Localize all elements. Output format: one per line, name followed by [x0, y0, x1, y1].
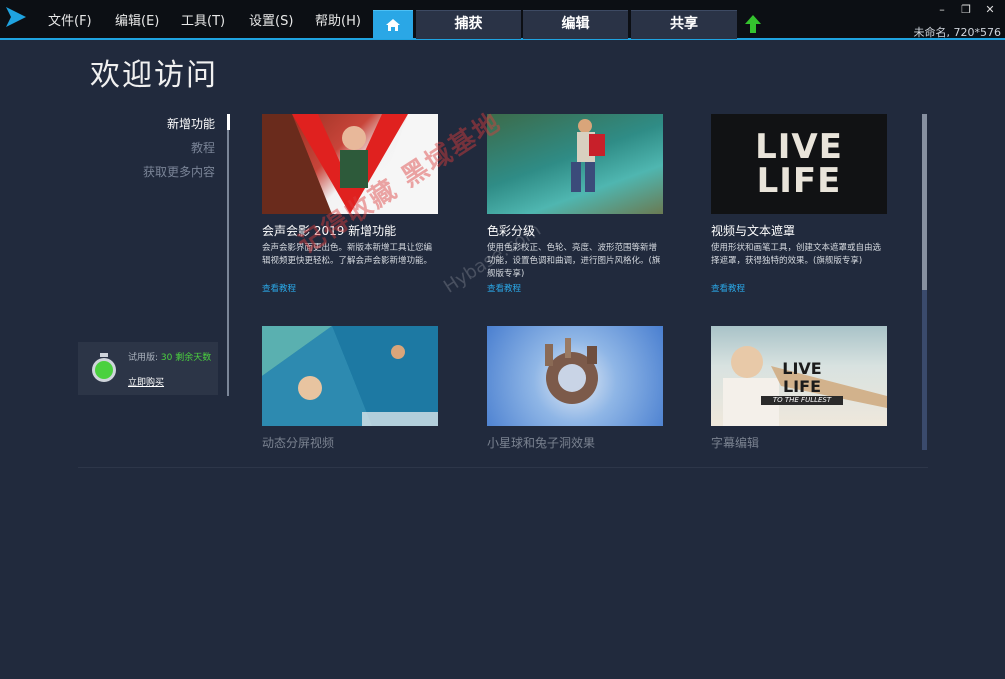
tiny-planet-artwork-icon: [545, 338, 598, 404]
tab-share[interactable]: 共享: [631, 10, 737, 39]
trial-status: 试用版: 30 剩余天数: [128, 353, 214, 363]
buy-now-link[interactable]: 立即购买: [128, 375, 164, 388]
card-title: 字幕编辑: [711, 436, 760, 450]
card-subtitle-editing[interactable]: LIVE LIFE TO THE FULLEST 字幕编辑: [711, 326, 887, 451]
nav-item-tutorials[interactable]: 教程: [100, 136, 215, 160]
card-tutorial-link[interactable]: 查看教程: [487, 282, 663, 294]
card-tiny-planet[interactable]: 小星球和兔子洞效果: [487, 326, 663, 451]
menu-file[interactable]: 文件(F): [48, 10, 92, 29]
card-split-screen[interactable]: 动态分屏视频: [262, 326, 438, 451]
card-description: 使用形状和画笔工具，创建文本遮罩或自由选择遮罩，获得独特的效果。(旗舰版专享): [711, 243, 882, 266]
card-color-grading[interactable]: 色彩分级 使用色彩校正、色轮、亮度、波形范围等新增功能，设置色调和曲调，进行图片…: [487, 114, 663, 294]
nav-active-marker: [227, 114, 230, 130]
thumb-subtext: TO THE FULLEST: [761, 396, 843, 405]
window-controls: – ❐ ✕: [935, 3, 997, 16]
nav-divider: [227, 114, 229, 396]
app-logo-icon: [6, 7, 26, 27]
thumb-text: LIVE LIFE: [782, 359, 822, 396]
thumb-caption: LIVE LIFE TO THE FULLEST: [761, 360, 843, 405]
upload-arrow-icon[interactable]: [744, 14, 762, 34]
thumb-text: LIVE LIFE: [755, 127, 843, 201]
tab-capture[interactable]: 捕获: [416, 10, 521, 39]
menu-help[interactable]: 帮助(H): [315, 10, 361, 29]
card-title: 视频与文本遮罩: [711, 224, 796, 238]
card-tutorial-link[interactable]: 查看教程: [262, 282, 438, 294]
split-screen-artwork-icon: [262, 326, 438, 426]
trial-prefix: 试用版:: [128, 353, 161, 363]
restore-button[interactable]: ❐: [959, 3, 973, 16]
card-title: 动态分屏视频: [262, 436, 335, 450]
minimize-button[interactable]: –: [935, 3, 949, 16]
page-title: 欢迎访问: [90, 58, 218, 93]
project-info: 未命名, 720*576: [913, 26, 1001, 39]
tab-edit[interactable]: 编辑: [523, 10, 628, 39]
card-thumbnail: LIVE LIFE: [711, 114, 887, 214]
menu-tools[interactable]: 工具(T): [181, 10, 225, 29]
tab-home[interactable]: [373, 10, 413, 39]
left-nav: 新增功能 教程 获取更多内容: [100, 112, 215, 184]
stopwatch-icon: [92, 353, 116, 382]
trial-box: 试用版: 30 剩余天数 立即购买: [78, 342, 218, 395]
card-thumbnail: LIVE LIFE TO THE FULLEST: [711, 326, 887, 426]
top-bar: 文件(F) 编辑(E) 工具(T) 设置(S) 帮助(H) 捕获 编辑 共享 –…: [0, 0, 1005, 40]
card-title: 小星球和兔子洞效果: [487, 436, 596, 450]
card-thumbnail: [262, 326, 438, 426]
card-description: 会声会影界面更出色。新版本新增工具让您编辑视频更快更轻松。了解会声会影新增功能。: [262, 243, 433, 266]
card-thumbnail: [487, 326, 663, 426]
hiker-artwork-icon: [571, 119, 605, 192]
nav-item-whats-new[interactable]: 新增功能: [100, 112, 215, 136]
card-thumbnail: [487, 114, 663, 214]
home-icon: [386, 19, 400, 31]
trial-days: 30 剩余天数: [160, 353, 212, 363]
nav-item-get-more[interactable]: 获取更多内容: [100, 160, 215, 184]
close-button[interactable]: ✕: [983, 3, 997, 16]
menu-edit[interactable]: 编辑(E): [115, 10, 159, 29]
card-video-text-mask[interactable]: LIVE LIFE 视频与文本遮罩 使用形状和画笔工具，创建文本遮罩或自由选择遮…: [711, 114, 887, 294]
card-tutorial-link[interactable]: 查看教程: [711, 282, 887, 294]
content-scrollbar-thumb[interactable]: [922, 114, 927, 290]
content-bottom-divider: [78, 467, 928, 468]
menu-settings[interactable]: 设置(S): [249, 10, 293, 29]
